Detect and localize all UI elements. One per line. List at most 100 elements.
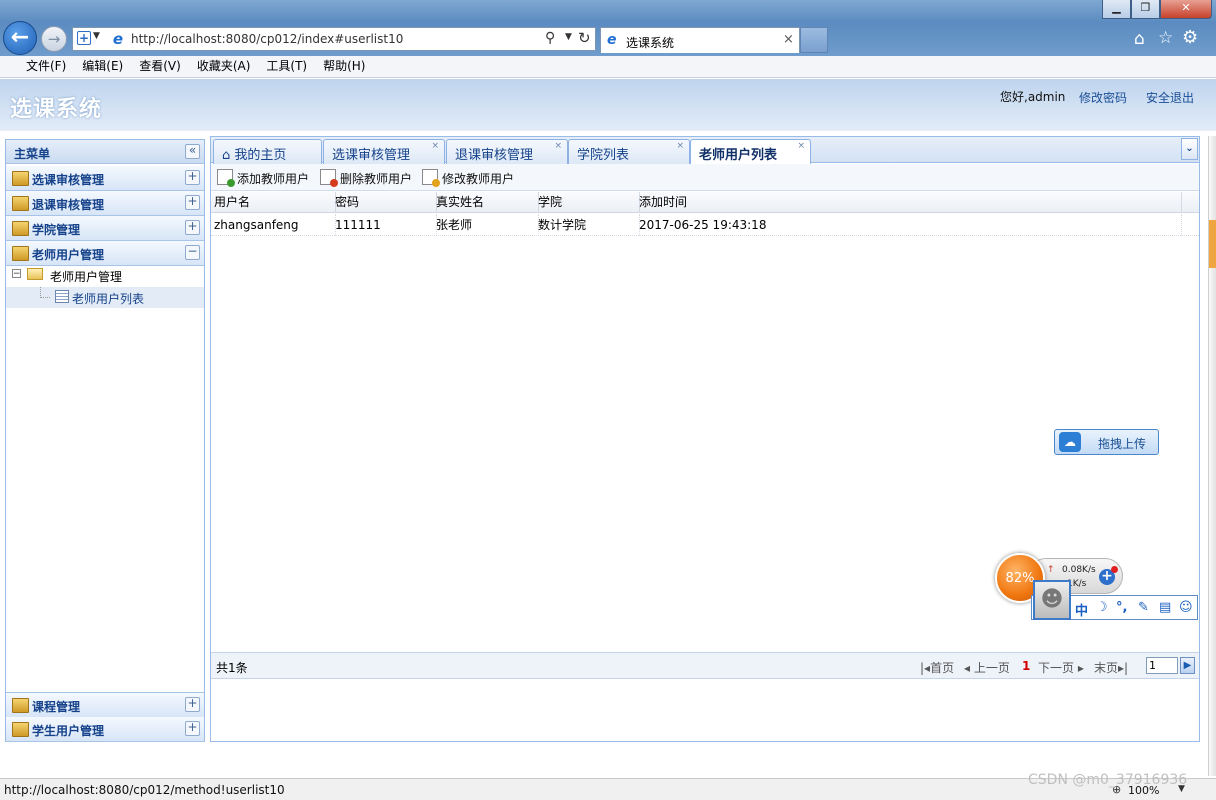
tree-node-teacher-users[interactable]: − 老师用户管理: [12, 266, 198, 286]
address-url[interactable]: http://localhost:8080/cp012/index#userli…: [131, 32, 403, 46]
menu-file[interactable]: 文件(F): [18, 56, 74, 77]
ie-page-icon: e: [607, 32, 617, 48]
tree-leaf-label: 老师用户列表: [72, 292, 145, 306]
scrollbar-accent: [1209, 220, 1216, 268]
tab-drop-course-audit[interactable]: 退课审核管理 ×: [446, 139, 568, 164]
logout-link[interactable]: 安全退出: [1146, 89, 1194, 106]
refresh-icon[interactable]: ↻: [578, 29, 591, 47]
first-page-icon: |◂: [920, 661, 931, 675]
menu-view[interactable]: 查看(V): [131, 56, 189, 77]
expand-icon[interactable]: +: [185, 195, 200, 210]
column-header[interactable]: 密码: [332, 192, 437, 213]
menu-tools[interactable]: 工具(T): [258, 56, 315, 77]
folder-open-icon: [27, 268, 43, 280]
tab-list-dropdown-icon[interactable]: ⌄: [1181, 138, 1198, 160]
sidebar-item-course[interactable]: 课程管理 +: [6, 692, 204, 718]
prev-page-button[interactable]: ◂ 上一页: [964, 659, 1010, 676]
expand-icon[interactable]: +: [185, 170, 200, 185]
table-row[interactable]: zhangsanfeng 111111 张老师 数计学院 2017-06-25 …: [211, 214, 1199, 236]
folder-icon: [12, 221, 29, 236]
edit-teacher-button[interactable]: 修改教师用户: [422, 169, 514, 187]
search-icon[interactable]: ⚲: [545, 30, 555, 46]
tree-node-label: 老师用户管理: [50, 270, 123, 284]
chevron-down-icon[interactable]: ▼: [93, 31, 100, 41]
browser-tab[interactable]: e 选课系统 ×: [600, 27, 800, 53]
last-page-button[interactable]: 末页▸|: [1094, 659, 1128, 676]
go-page-icon[interactable]: ▶: [1180, 657, 1195, 674]
compat-view-icon[interactable]: +: [77, 31, 91, 45]
punctuation-icon[interactable]: °,: [1116, 600, 1127, 615]
column-header[interactable]: 用户名: [211, 192, 336, 213]
close-tab-icon[interactable]: ×: [797, 141, 805, 151]
page-number-input[interactable]: 1: [1146, 657, 1178, 674]
ime-chinese-mode[interactable]: 中: [1075, 600, 1088, 619]
chevron-down-icon[interactable]: ▼: [565, 32, 572, 42]
back-button[interactable]: ←: [3, 21, 37, 55]
close-tab-icon[interactable]: ×: [783, 32, 794, 47]
clipboard-icon[interactable]: ▤: [1159, 600, 1171, 615]
first-page-button[interactable]: |◂首页: [920, 659, 954, 676]
sidebar-item-select-course-audit[interactable]: 选课审核管理 +: [6, 166, 204, 191]
expand-icon[interactable]: +: [185, 721, 200, 736]
menu-edit[interactable]: 编辑(E): [74, 56, 131, 77]
maximize-button[interactable]: ❐: [1130, 0, 1160, 19]
menu-help[interactable]: 帮助(H): [315, 56, 373, 77]
add-user-icon: [217, 169, 235, 187]
tab-college-list[interactable]: 学院列表 ×: [568, 139, 690, 164]
tab-select-course-audit[interactable]: 选课审核管理 ×: [323, 139, 445, 164]
tab-home[interactable]: ⌂ 我的主页: [213, 139, 322, 164]
expand-icon[interactable]: +: [185, 697, 200, 712]
pager-label: 末页: [1094, 661, 1119, 675]
close-tab-icon[interactable]: ×: [676, 141, 684, 151]
home-icon[interactable]: ⌂: [1134, 29, 1145, 49]
expand-icon[interactable]: +: [185, 220, 200, 235]
column-header[interactable]: 添加时间: [636, 192, 1182, 213]
close-tab-icon[interactable]: ×: [431, 141, 439, 151]
column-header[interactable]: 学院: [535, 192, 640, 213]
forward-button[interactable]: →: [41, 26, 67, 52]
browser-menubar: 文件(F) 编辑(E) 查看(V) 收藏夹(A) 工具(T) 帮助(H): [0, 56, 1216, 78]
collapse-icon[interactable]: −: [185, 245, 200, 260]
qq-avatar-icon[interactable]: ☻: [1033, 580, 1071, 620]
sidebar-title: 主菜单: [14, 147, 51, 161]
table-cell: 2017-06-25 19:43:18: [636, 214, 1182, 236]
upload-arrow-icon: ↑: [1047, 565, 1055, 575]
sidebar-item-label: 课程管理: [32, 700, 81, 714]
collapse-sidebar-icon[interactable]: «: [185, 144, 200, 159]
total-count: 共1条: [216, 661, 248, 675]
tab-label: 学院列表: [577, 148, 630, 163]
wrench-icon[interactable]: ✎: [1138, 600, 1149, 615]
table-cell: zhangsanfeng: [211, 214, 336, 236]
menu-favorites[interactable]: 收藏夹(A): [189, 56, 259, 77]
sidebar-item-college[interactable]: 学院管理 +: [6, 216, 204, 241]
tree-toggle-icon[interactable]: −: [12, 269, 21, 279]
close-window-button[interactable]: ✕: [1159, 0, 1213, 19]
gear-icon[interactable]: ⚙: [1182, 27, 1198, 48]
tab-teacher-user-list[interactable]: 老师用户列表 ×: [690, 139, 811, 165]
favorites-star-icon[interactable]: ☆: [1158, 28, 1173, 48]
add-teacher-button[interactable]: 添加教师用户: [217, 169, 309, 187]
close-tab-icon[interactable]: ×: [554, 141, 562, 151]
sidebar-item-drop-course-audit[interactable]: 退课审核管理 +: [6, 191, 204, 216]
notification-dot: [1111, 566, 1118, 573]
new-tab-button[interactable]: [800, 27, 828, 53]
delete-teacher-button[interactable]: 删除教师用户: [320, 169, 412, 187]
tree-leaf-teacher-user-list[interactable]: 老师用户列表: [6, 287, 204, 308]
change-password-link[interactable]: 修改密码: [1079, 89, 1127, 106]
smiley-icon[interactable]: ☺: [1179, 600, 1193, 615]
sidebar-item-label: 退课审核管理: [32, 198, 105, 212]
sidebar-item-teacher-users[interactable]: 老师用户管理 −: [6, 241, 204, 266]
address-bar[interactable]: + ▼ e http://localhost:8080/cp012/index#…: [72, 27, 596, 51]
next-page-button[interactable]: 下一页 ▸: [1038, 659, 1084, 676]
current-page: 1: [1022, 659, 1031, 673]
pager-label: 下一页: [1038, 661, 1075, 675]
column-header[interactable]: 真实姓名: [433, 192, 539, 213]
drag-upload-button[interactable]: ☁ 拖拽上传: [1054, 429, 1159, 455]
minimize-button[interactable]: ▁: [1102, 0, 1131, 19]
sidebar-item-student-users[interactable]: 学生用户管理 +: [6, 717, 204, 742]
next-page-icon: ▸: [1074, 661, 1084, 675]
tab-label: 老师用户列表: [699, 148, 778, 163]
ie-page-icon: e: [112, 30, 124, 48]
moon-icon[interactable]: ☽: [1096, 600, 1108, 615]
browser-tab-title: 选课系统: [626, 36, 675, 50]
